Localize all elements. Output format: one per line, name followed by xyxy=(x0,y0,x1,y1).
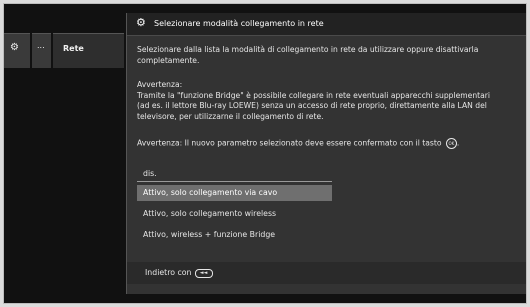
confirm-end: . xyxy=(456,138,460,148)
back-label: Indietro con xyxy=(145,268,192,277)
gear-icon: ⚙ xyxy=(136,16,146,29)
option-wireless-only[interactable]: Attivo, solo collegamento wireless xyxy=(137,206,332,222)
tv-screen: ⚙ ... Rete ⚙ Selezionare modalità colleg… xyxy=(3,3,527,304)
confirm-note: Avvertenza: Il nuovo parametro seleziona… xyxy=(137,138,519,149)
nav-rete-label: Rete xyxy=(63,44,84,53)
intro-text: Selezionare dalla lista la modalità di c… xyxy=(137,45,479,65)
panel-header: ⚙ Selezionare modalità collegamento in r… xyxy=(127,13,526,36)
option-wireless-bridge[interactable]: Attivo, wireless + funzione Bridge xyxy=(137,227,332,243)
nav-dots-label: ... xyxy=(37,41,45,50)
nav-rete-column[interactable]: Rete xyxy=(53,33,124,68)
back-hint[interactable]: Indietro con ◄◄ xyxy=(145,268,213,278)
panel-footer: Indietro con ◄◄ xyxy=(127,262,526,284)
option-disabled[interactable]: dis. xyxy=(137,166,332,182)
confirm-text: Avvertenza: Il nuovo parametro seleziona… xyxy=(137,138,442,148)
bridge-warning-text: Avvertenza: Tramite la "funzione Bridge"… xyxy=(137,80,491,121)
network-mode-panel: ⚙ Selezionare modalità collegamento in r… xyxy=(126,13,526,294)
option-wired-only[interactable]: Attivo, solo collegamento via cavo xyxy=(137,185,332,201)
gear-icon: ⚙ xyxy=(10,42,19,53)
back-key-icon: ◄◄ xyxy=(194,268,213,278)
panel-title: Selezionare modalità collegamento in ret… xyxy=(154,19,324,28)
nav-settings-column[interactable]: ⚙ xyxy=(4,33,30,68)
nav-more-column[interactable]: ... xyxy=(32,33,51,68)
ok-key-icon: OK xyxy=(445,138,457,149)
